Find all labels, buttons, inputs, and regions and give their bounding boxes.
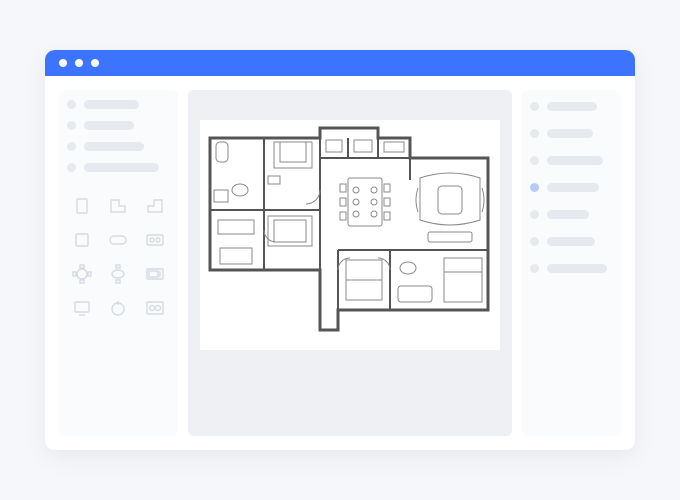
property-item[interactable] bbox=[530, 102, 613, 111]
bullet-icon bbox=[530, 264, 539, 273]
shape-oval-table-icon[interactable] bbox=[103, 262, 133, 286]
window-control-dot[interactable] bbox=[91, 59, 99, 67]
property-label-placeholder bbox=[547, 183, 599, 192]
bullet-icon bbox=[530, 156, 539, 165]
shape-l-a-icon[interactable] bbox=[103, 194, 133, 218]
shape-dial-icon[interactable] bbox=[103, 296, 133, 320]
shape-square-icon[interactable] bbox=[67, 228, 97, 252]
list-label-placeholder bbox=[84, 142, 144, 151]
bullet-icon bbox=[67, 121, 76, 130]
list-label-placeholder bbox=[84, 100, 139, 109]
window-control-dot[interactable] bbox=[59, 59, 67, 67]
shape-round-table-icon[interactable] bbox=[67, 262, 97, 286]
shape-microwave-icon[interactable] bbox=[140, 262, 170, 286]
property-label-placeholder bbox=[547, 102, 597, 111]
property-label-placeholder bbox=[547, 237, 595, 246]
shape-monitor-icon[interactable] bbox=[67, 296, 97, 320]
property-item[interactable] bbox=[530, 183, 613, 192]
list-label-placeholder bbox=[84, 163, 159, 172]
property-label-placeholder bbox=[547, 156, 603, 165]
category-list bbox=[67, 100, 170, 172]
canvas-area bbox=[188, 90, 512, 436]
list-item[interactable] bbox=[67, 142, 170, 151]
list-label-placeholder bbox=[84, 121, 134, 130]
app-window bbox=[45, 50, 635, 450]
property-label-placeholder bbox=[547, 129, 593, 138]
property-item[interactable] bbox=[530, 129, 613, 138]
shape-l-b-icon[interactable] bbox=[140, 194, 170, 218]
shape-palette bbox=[67, 194, 170, 320]
bullet-icon bbox=[530, 183, 539, 192]
property-item[interactable] bbox=[530, 264, 613, 273]
bullet-icon bbox=[67, 100, 76, 109]
property-item[interactable] bbox=[530, 210, 613, 219]
list-item[interactable] bbox=[67, 121, 170, 130]
shape-sink-icon[interactable] bbox=[140, 228, 170, 252]
property-label-placeholder bbox=[547, 264, 607, 273]
titlebar bbox=[45, 50, 635, 76]
bullet-icon bbox=[530, 102, 539, 111]
floorplan-canvas[interactable] bbox=[200, 120, 500, 350]
bullet-icon bbox=[530, 129, 539, 138]
property-item[interactable] bbox=[530, 156, 613, 165]
left-panel bbox=[59, 90, 178, 436]
list-item[interactable] bbox=[67, 100, 170, 109]
window-control-dot[interactable] bbox=[75, 59, 83, 67]
property-label-placeholder bbox=[547, 210, 589, 219]
app-body bbox=[45, 76, 635, 450]
shape-rect-icon[interactable] bbox=[67, 194, 97, 218]
list-item[interactable] bbox=[67, 163, 170, 172]
property-item[interactable] bbox=[530, 237, 613, 246]
right-panel bbox=[522, 90, 621, 436]
bullet-icon bbox=[67, 163, 76, 172]
bullet-icon bbox=[67, 142, 76, 151]
bullet-icon bbox=[530, 210, 539, 219]
shape-cooktop-icon[interactable] bbox=[140, 296, 170, 320]
shape-rounded-rect-icon[interactable] bbox=[103, 228, 133, 252]
bullet-icon bbox=[530, 237, 539, 246]
